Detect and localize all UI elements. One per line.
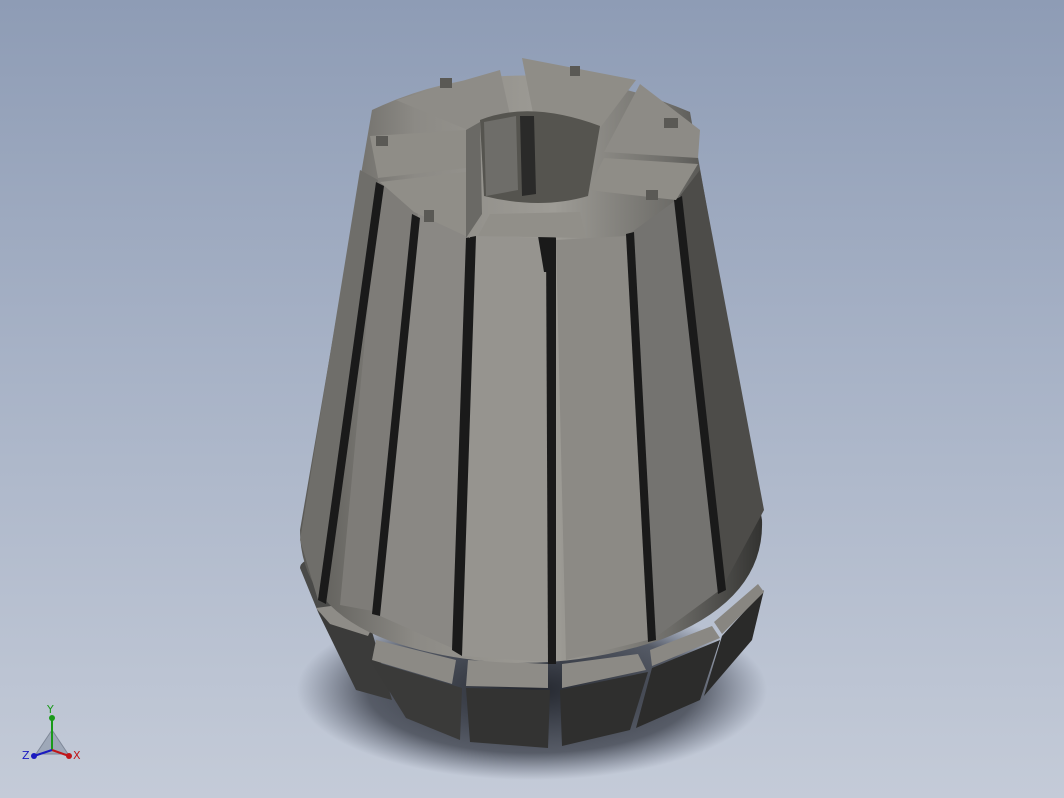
x-axis-tip [66, 753, 72, 759]
graphics-viewport[interactable]: Y X Z [0, 0, 1064, 798]
x-axis-label: X [73, 749, 81, 762]
bore [480, 111, 600, 203]
z-axis-tip [31, 753, 37, 759]
collet-model[interactable] [0, 0, 1064, 798]
z-axis-label: Z [22, 749, 30, 762]
orientation-triad[interactable]: Y X Z [18, 700, 88, 772]
y-axis-label: Y [47, 703, 54, 716]
